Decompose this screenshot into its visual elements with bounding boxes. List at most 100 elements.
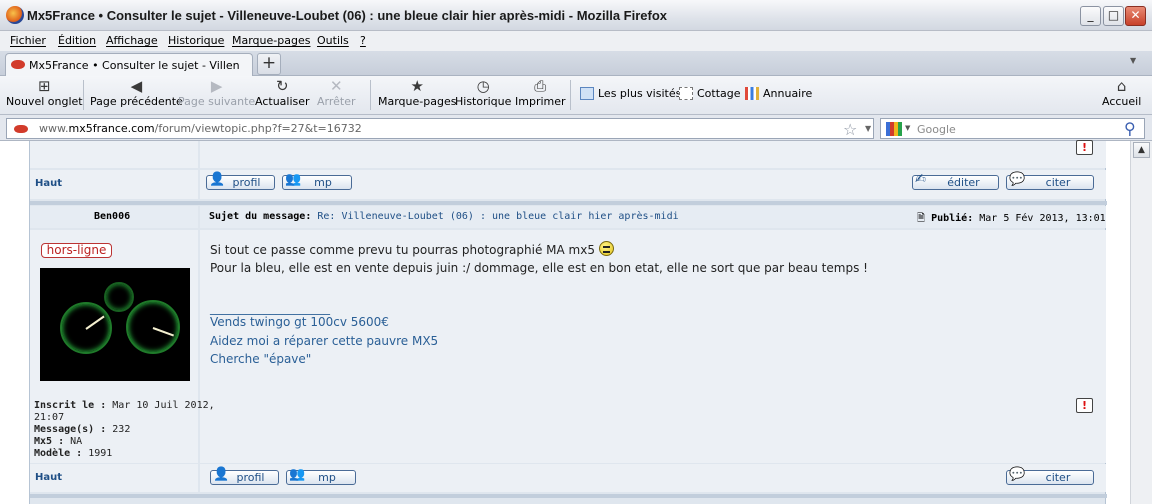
home-label: Accueil [1102, 95, 1142, 108]
user-icon: 👤 [209, 172, 226, 187]
mx5france-favicon-icon [11, 60, 25, 69]
stop-icon: ✕ [329, 77, 343, 95]
print-button[interactable]: ⎙ Imprimer [515, 77, 566, 109]
post-separator [30, 201, 1107, 205]
profile-modele: Modèle : 1991 [34, 448, 215, 460]
menu-edition[interactable]: Édition [58, 34, 96, 47]
home-button[interactable]: ⌂ Accueil [1102, 78, 1142, 109]
inscrit-time: 21:07 [34, 412, 65, 423]
post-author[interactable]: Ben006 [94, 211, 130, 222]
toolbar-separator [370, 80, 371, 110]
history-dropdown-icon[interactable]: ▼ [865, 124, 871, 133]
citer-button[interactable]: 💬 citer [1006, 467, 1094, 485]
new-tab-toolbar-button[interactable]: ⊞ Nouvel onglet [6, 78, 83, 109]
stop-label: Arrêter [317, 95, 356, 108]
signature-rule: ____________________ [210, 301, 330, 315]
inscrit-value: Mar 10 Juil 2012, [112, 400, 215, 411]
bookmark-label: Annuaire [763, 87, 813, 100]
report-button[interactable]: ! [1076, 140, 1093, 155]
messages-value: 232 [112, 424, 131, 435]
forward-arrow-icon: ▶ [210, 77, 223, 95]
tab-list-icon[interactable]: ▼ [1130, 56, 1136, 65]
profil-button[interactable]: 👤 profil [206, 172, 275, 190]
post-signature: ____________________ Vends twingo gt 100… [210, 301, 438, 369]
editer-label: éditer [947, 176, 980, 189]
bookmark-star-icon: ★ [410, 77, 424, 95]
quote-bubble-icon: 💬 [1009, 172, 1026, 187]
posted-label: Publié: [931, 213, 974, 224]
clock-icon: ◷ [476, 77, 490, 95]
menu-help[interactable]: ? [360, 34, 366, 47]
post-message: Si tout ce passe comme prevu tu pourras … [210, 241, 868, 277]
smiley-icon [598, 241, 614, 256]
reload-label: Actualiser [255, 95, 310, 108]
report-button[interactable]: ! [1076, 398, 1093, 413]
citer-label: citer [1045, 471, 1071, 484]
bookmark-star-icon[interactable]: ☆ [843, 120, 857, 139]
editer-button[interactable]: ✍ éditer [912, 173, 999, 190]
engine-dropdown-icon[interactable]: ▼ [905, 124, 910, 132]
mp-button[interactable]: 👥 mp [286, 468, 356, 485]
subject-label: Sujet du message: [209, 211, 312, 222]
quote-bubble-icon: 💬 [1009, 467, 1026, 482]
bookmark-most-visited[interactable]: Les plus visités [580, 87, 681, 100]
modele-label: Modèle : [34, 448, 83, 459]
haut-link[interactable]: Haut [35, 178, 62, 189]
stop-button[interactable]: ✕ Arrêter [317, 77, 356, 109]
maximize-button[interactable]: □ [1103, 6, 1124, 26]
window-title: Mx5France • Consulter le sujet - Villene… [27, 8, 668, 23]
menu-marque-pages[interactable]: Marque-pages [232, 34, 310, 47]
menu-outils[interactable]: Outils [317, 34, 349, 47]
reload-icon: ↻ [275, 77, 289, 95]
post-date: 🗎 Publié: Mar 5 Fév 2013, 13:01 [917, 211, 1106, 228]
post-separator [30, 494, 1107, 498]
citer-label: citer [1045, 176, 1071, 189]
post-line-1: Si tout ce passe comme prevu tu pourras … [210, 241, 868, 259]
forward-button[interactable]: ▶ Page suivante [178, 77, 255, 109]
menu-affichage[interactable]: Affichage [106, 34, 158, 47]
users-icon: 👥 [285, 172, 302, 187]
author-profile-info: Inscrit le : Mar 10 Juil 2012, 21:07 Mes… [34, 400, 215, 460]
bookmark-annuaire[interactable]: Annuaire [745, 87, 812, 100]
reload-button[interactable]: ↻ Actualiser [255, 77, 310, 109]
search-icon[interactable]: ⚲ [1124, 119, 1136, 138]
user-icon: 👤 [213, 467, 230, 482]
profile-messages: Message(s) : 232 [34, 424, 215, 436]
profil-label: profil [232, 176, 261, 189]
history-button[interactable]: ◷ Historique [455, 77, 512, 109]
search-bar[interactable]: ▼ Google ⚲ [880, 118, 1145, 139]
menu-historique[interactable]: Historique [168, 34, 224, 47]
window-title-bar: Mx5France • Consulter le sujet - Villene… [0, 0, 1152, 31]
post-footer-row: Haut 👤 profil 👥 mp 💬 citer [29, 464, 1107, 504]
history-label: Historique [455, 95, 512, 108]
menu-fichier[interactable]: Fichier [10, 34, 46, 47]
subject-link[interactable]: Re: Villeneuve-Loubet (06) : une bleue c… [317, 211, 678, 222]
back-arrow-icon: ◀ [130, 77, 143, 95]
citer-button[interactable]: 💬 citer [1006, 172, 1094, 190]
printer-icon: ⎙ [534, 77, 547, 95]
bookmark-label: Cottage [697, 87, 741, 100]
messages-label: Message(s) : [34, 424, 107, 435]
address-bar[interactable]: www.mx5france.com/forum/viewtopic.php?f=… [6, 118, 874, 139]
post-subject: Sujet du message: Re: Villeneuve-Loubet … [209, 211, 679, 222]
profil-button[interactable]: 👤 profil [210, 467, 279, 485]
print-label: Imprimer [515, 95, 566, 108]
back-button[interactable]: ◀ Page précédente [90, 77, 183, 109]
mp-button[interactable]: 👥 mp [282, 172, 352, 190]
new-tab-button[interactable]: + [257, 53, 281, 75]
profil-label: profil [236, 471, 265, 484]
mp-label: mp [318, 471, 336, 484]
vertical-scrollbar[interactable]: ▲ [1130, 141, 1152, 504]
scroll-up-button[interactable]: ▲ [1133, 142, 1150, 158]
bookmarks-button[interactable]: ★ Marque-pages [378, 77, 456, 109]
search-input[interactable]: Google [917, 123, 956, 136]
close-window-button[interactable]: ✕ [1125, 6, 1146, 26]
haut-link[interactable]: Haut [35, 472, 62, 483]
toolbar-separator [83, 80, 84, 110]
google-engine-icon[interactable] [886, 122, 902, 136]
minimize-button[interactable]: _ [1080, 6, 1101, 26]
url-text[interactable]: www.mx5france.com/forum/viewtopic.php?f=… [39, 122, 362, 135]
bookmark-cottage[interactable]: Cottage [679, 87, 741, 100]
most-visited-icon [580, 87, 594, 100]
tab-active[interactable]: Mx5France • Consulter le sujet - Villene… [5, 53, 253, 77]
